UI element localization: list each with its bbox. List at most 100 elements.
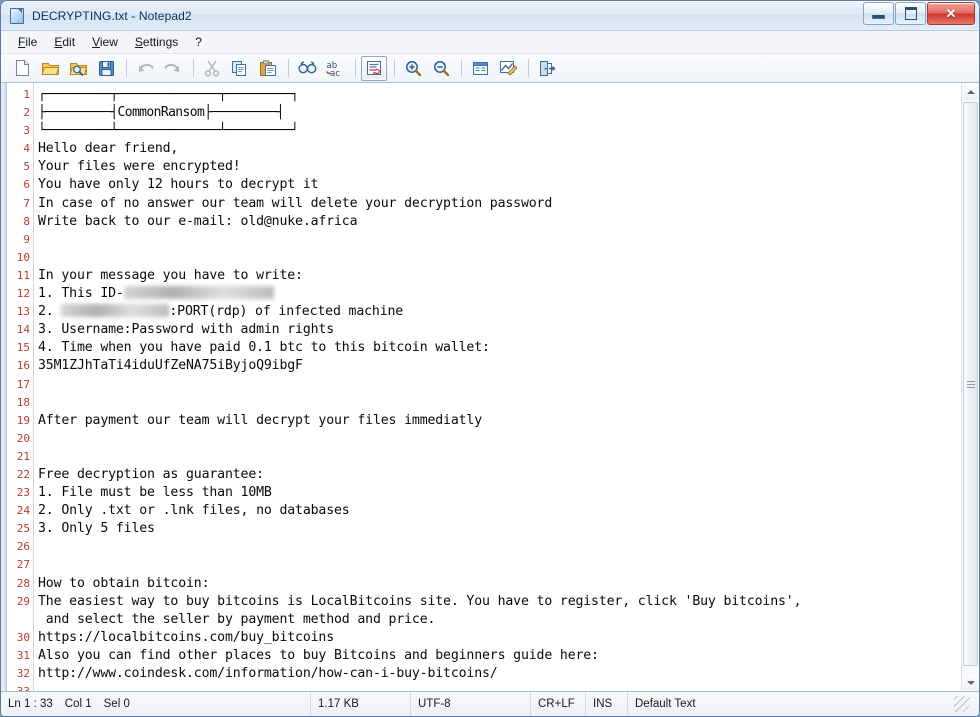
- menu-settings-rest: ettings: [142, 35, 179, 49]
- status-scheme[interactable]: Default Text: [628, 692, 979, 716]
- text-line: Free decryption as guarantee:: [38, 466, 264, 482]
- status-sel: Sel 0: [103, 698, 130, 710]
- zoom-in-button[interactable]: [400, 56, 426, 81]
- toolbar-separator-6: [461, 59, 462, 77]
- chevron-down-icon: [966, 680, 975, 685]
- status-line: Ln 1 : 33: [8, 698, 53, 710]
- word-wrap-button[interactable]: [361, 55, 387, 81]
- window-title: DECRYPTING.txt - Notepad2: [32, 8, 192, 23]
- save-button[interactable]: [93, 56, 119, 81]
- text-line: You have only 12 hours to decrypt it: [38, 177, 319, 193]
- text-line: https://localbitcoins.com/buy_bitcoins: [38, 629, 335, 645]
- text-line: └─────────┴──────────────┴─────────┘: [38, 123, 299, 139]
- scroll-down-button[interactable]: [962, 674, 979, 691]
- find-button[interactable]: [294, 56, 320, 81]
- exit-button[interactable]: [534, 56, 560, 81]
- text-line: 2. :PORT(rdp) of infected machine: [38, 304, 404, 320]
- text-line: The easiest way to buy bitcoins is Local…: [38, 593, 802, 609]
- maximize-button[interactable]: [895, 2, 926, 25]
- line-number: 2: [23, 106, 30, 120]
- line-number: 20: [16, 431, 30, 445]
- menu-help[interactable]: ?: [187, 33, 211, 51]
- copy-icon: [231, 60, 249, 77]
- status-position: Ln 1 : 33 Col 1 Sel 0: [1, 692, 311, 716]
- paste-button[interactable]: [255, 56, 281, 81]
- line-number: 10: [16, 250, 30, 264]
- scheme-options-button[interactable]: [495, 56, 521, 81]
- line-number: [7, 611, 33, 629]
- status-line-ending[interactable]: CR+LF: [531, 692, 586, 716]
- resize-grip-icon[interactable]: [954, 696, 970, 712]
- status-insert-mode[interactable]: INS: [586, 692, 628, 716]
- menu-edit-rest: dit: [62, 35, 76, 49]
- text-line: Your files were encrypted!: [38, 159, 241, 175]
- open-folder-icon: [41, 60, 60, 77]
- text-line: In your message you have to write:: [38, 267, 303, 283]
- zoom-out-icon: [433, 60, 450, 77]
- line-number: 30: [16, 630, 30, 644]
- scheme-options-icon: [499, 60, 517, 76]
- line-number: 19: [16, 413, 30, 427]
- new-file-button[interactable]: [9, 56, 35, 81]
- text-content[interactable]: ┌─────────┬──────────────┬─────────┐ ├───…: [34, 83, 961, 691]
- line-number: 21: [16, 449, 30, 463]
- status-encoding[interactable]: UTF-8: [411, 692, 531, 716]
- replace-icon: ab ac: [325, 60, 345, 77]
- zoom-out-button[interactable]: [428, 56, 454, 81]
- scrollbar-thumb[interactable]: [963, 102, 978, 666]
- editor-area[interactable]: 1 2 3 4 5 6 7 8 9 10 11 12 13 14 15 16 17 18 19 20 21 22 23 24 2…: [1, 83, 979, 692]
- text-line: [38, 448, 961, 466]
- scheme-button[interactable]: [467, 56, 493, 81]
- save-icon: [98, 60, 115, 77]
- line-number: 12: [16, 287, 30, 301]
- scrollbar-track[interactable]: [962, 100, 979, 674]
- word-wrap-icon: [366, 60, 382, 76]
- minimize-button[interactable]: [863, 2, 894, 25]
- undo-button[interactable]: [132, 56, 158, 81]
- text-line: ├─────────┤CommonRansom├─────────┤: [38, 105, 284, 121]
- text-line: Also you can find other places to buy Bi…: [38, 647, 599, 663]
- redo-icon: [164, 61, 182, 76]
- text-line: 4. Time when you have paid 0.1 btc to th…: [38, 340, 490, 356]
- redo-button[interactable]: [160, 56, 186, 81]
- text-line: In case of no answer our team will delet…: [38, 195, 553, 211]
- text-line: 1. This ID-: [38, 285, 961, 303]
- close-button[interactable]: ✕: [927, 2, 975, 25]
- text-line: 1. File must be less than 10MB: [38, 485, 272, 501]
- text-line: [38, 376, 961, 394]
- line-number: 7: [23, 196, 30, 210]
- text-line: and select the seller by payment method …: [38, 611, 436, 627]
- toolbar: ab ac: [1, 54, 979, 83]
- line-number: 11: [16, 268, 30, 282]
- menu-edit[interactable]: Edit: [46, 33, 84, 51]
- open-recent-icon: [69, 60, 88, 77]
- menu-file[interactable]: File: [10, 33, 46, 51]
- line-number: 8: [23, 214, 30, 228]
- menu-settings[interactable]: Settings: [127, 33, 187, 51]
- copy-button[interactable]: [227, 56, 253, 81]
- replace-button[interactable]: ab ac: [322, 56, 348, 81]
- close-icon: ✕: [945, 6, 957, 21]
- vertical-scrollbar[interactable]: [961, 83, 979, 691]
- text-line: [38, 249, 961, 267]
- cut-button[interactable]: [199, 56, 225, 81]
- redacted-text: [123, 286, 274, 300]
- titlebar[interactable]: DECRYPTING.txt - Notepad2 ✕: [1, 1, 979, 31]
- scroll-up-button[interactable]: [962, 83, 979, 100]
- line-number: 23: [16, 486, 30, 500]
- line-number: 29: [16, 594, 30, 608]
- open-file-button[interactable]: [37, 56, 63, 81]
- line-number-gutter: 1 2 3 4 5 6 7 8 9 10 11 12 13 14 15 16 17 18 19 20 21 22 23 24 2…: [7, 83, 33, 691]
- line-number: 6: [23, 178, 30, 192]
- notepad2-window: DECRYPTING.txt - Notepad2 ✕ File Edit Vi…: [0, 0, 980, 717]
- statusbar: Ln 1 : 33 Col 1 Sel 0 1.17 KB UTF-8 CR+L…: [1, 692, 979, 716]
- window-controls: ✕: [862, 2, 975, 25]
- text-line: 3. Only 5 files: [38, 521, 155, 537]
- browse-file-button[interactable]: [65, 56, 91, 81]
- scheme-icon: [472, 61, 489, 76]
- text-line: [38, 556, 961, 574]
- menu-view[interactable]: View: [84, 33, 127, 51]
- toolbar-separator-5: [394, 59, 395, 77]
- toolbar-separator-2: [193, 59, 194, 77]
- undo-icon: [136, 61, 154, 76]
